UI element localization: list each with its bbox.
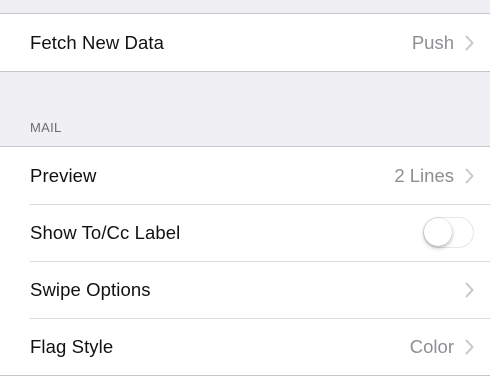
preview-row[interactable]: Preview 2 Lines [0,147,490,204]
chevron-right-icon [465,339,474,355]
settings-screen: Fetch New Data Push MAIL Preview 2 Lines… [0,0,490,376]
show-to-cc-label-toggle[interactable] [423,217,474,248]
flag-style-label: Flag Style [30,335,114,357]
chevron-right-icon [465,35,474,51]
preview-value: 2 Lines [394,164,454,186]
flag-style-value: Color [409,335,454,357]
swipe-options-row[interactable]: Swipe Options [0,261,490,318]
flag-style-row[interactable]: Flag Style Color [0,318,490,375]
fetch-new-data-row[interactable]: Fetch New Data Push [0,14,490,71]
preview-label: Preview [30,164,97,186]
toggle-knob [424,218,452,246]
chevron-right-icon [465,282,474,298]
top-spacer [0,0,490,13]
fetch-new-data-value: Push [411,31,454,53]
chevron-right-icon [465,168,474,184]
fetch-group: Fetch New Data Push [0,13,490,72]
swipe-options-label: Swipe Options [30,278,151,300]
section-spacer [0,72,490,116]
fetch-new-data-label: Fetch New Data [30,31,165,53]
mail-section-header: MAIL [0,116,490,146]
show-to-cc-label-label: Show To/Cc Label [30,221,181,243]
mail-group: Preview 2 Lines Show To/Cc Label Swipe O… [0,146,490,376]
show-to-cc-label-row: Show To/Cc Label [0,204,490,261]
